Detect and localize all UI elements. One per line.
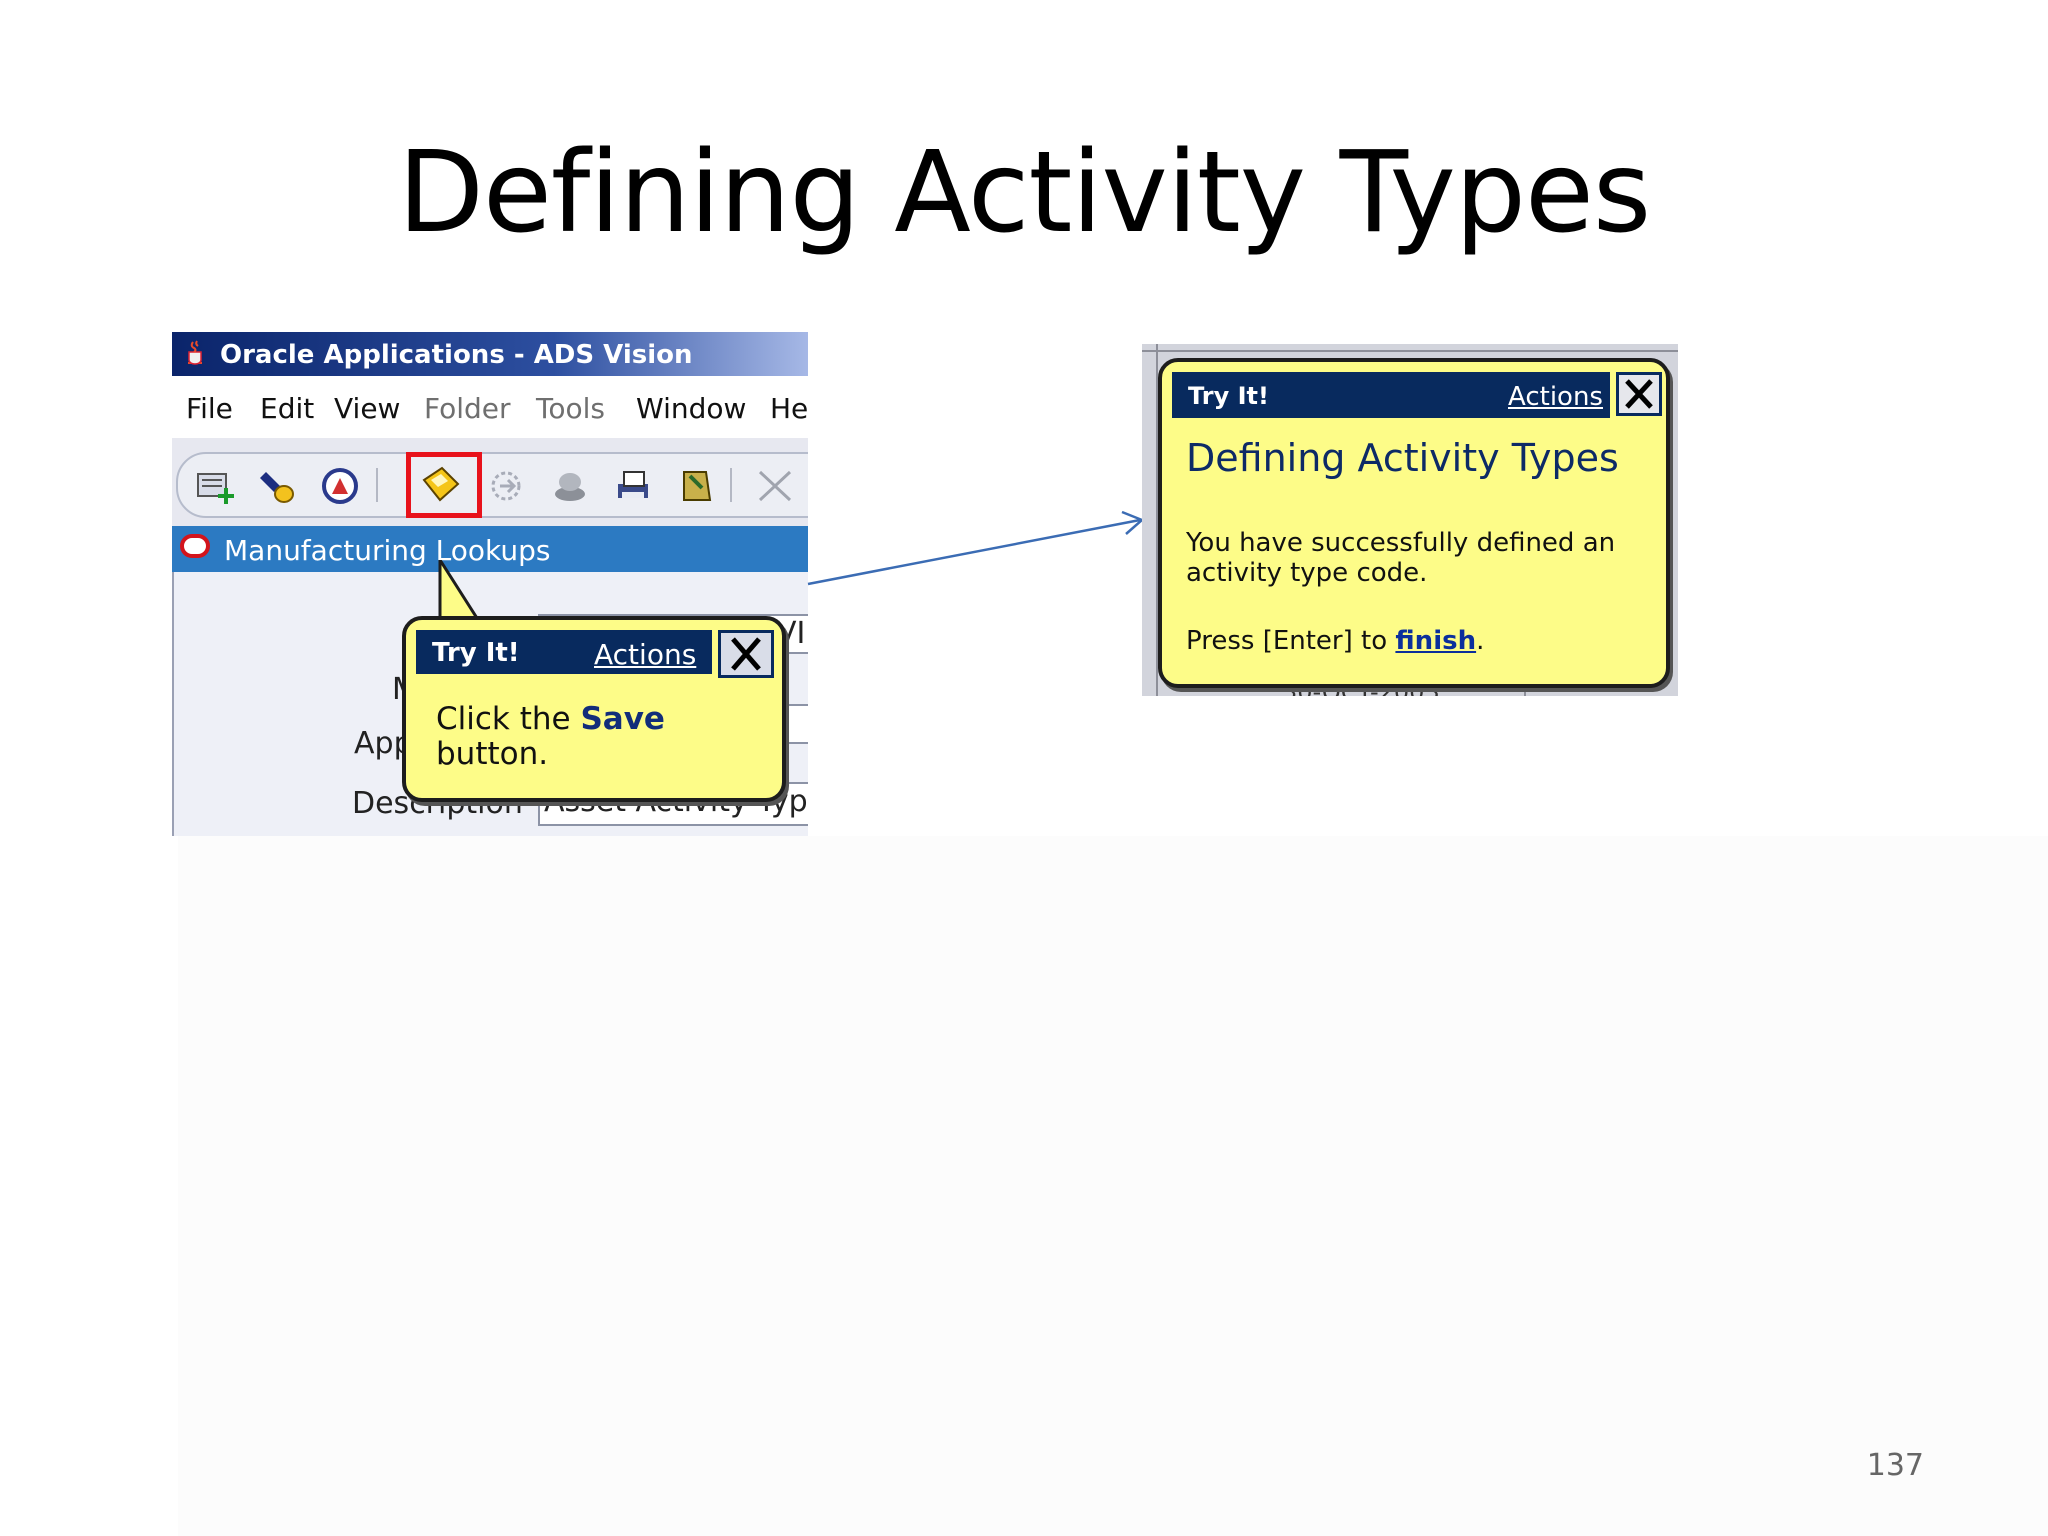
- balloon-body: You have successfully defined an activit…: [1186, 528, 1616, 588]
- menu-tools[interactable]: Tools: [536, 392, 605, 425]
- message-suffix: button.: [436, 736, 549, 772]
- menu-file[interactable]: File: [186, 392, 233, 425]
- balloon-message: Click the Save button.: [436, 702, 665, 772]
- try-it-label: Try It!: [432, 638, 520, 668]
- form-title: Manufacturing Lookups: [224, 534, 551, 567]
- menu-view[interactable]: View: [334, 392, 400, 425]
- save-button-highlight: [406, 452, 482, 518]
- try-it-label: Try It!: [1188, 382, 1269, 410]
- window-title: Oracle Applications - ADS Vision: [220, 340, 693, 370]
- background-grid: [1142, 350, 1678, 352]
- switch-responsibility-icon[interactable]: [548, 464, 592, 508]
- finish-link[interactable]: finish: [1395, 626, 1476, 656]
- message-prefix: Click the: [436, 701, 581, 737]
- balloon-close-button[interactable]: [718, 630, 774, 678]
- try-it-balloon-right: Try It! Actions Defining Activity Types …: [1158, 358, 1670, 688]
- toolbar-separator: [376, 468, 378, 502]
- actions-link[interactable]: Actions: [1508, 382, 1603, 412]
- toolbar: [176, 452, 808, 518]
- find-flashlight-icon[interactable]: [258, 464, 302, 508]
- actions-link[interactable]: Actions: [594, 638, 696, 671]
- form-header: Manufacturing Lookups: [172, 526, 808, 572]
- menu-bar: File Edit View Folder Tools Window He: [172, 376, 808, 438]
- oracle-logo-icon: [180, 534, 210, 558]
- page-number: 137: [1866, 1448, 1924, 1483]
- connector-arrow: [807, 510, 1145, 586]
- balloon-instruction: Press [Enter] to finish.: [1186, 626, 1484, 656]
- balloon-close-button[interactable]: [1616, 372, 1662, 416]
- close-icon: [1625, 379, 1653, 409]
- balloon-header: Try It! Actions: [1172, 372, 1610, 418]
- window-titlebar: Oracle Applications - ADS Vision: [172, 332, 808, 376]
- next-step-icon[interactable]: [484, 464, 528, 508]
- menu-edit[interactable]: Edit: [260, 392, 314, 425]
- application-field[interactable]: [786, 704, 808, 744]
- toolbar-separator: [730, 468, 732, 502]
- cut-icon[interactable]: [754, 464, 798, 508]
- new-record-icon[interactable]: [194, 464, 238, 508]
- slide-background-panel: [178, 836, 2048, 1536]
- press-suffix: .: [1476, 626, 1485, 656]
- menu-help[interactable]: He: [770, 392, 808, 425]
- balloon-headline: Defining Activity Types: [1186, 436, 1619, 480]
- print-icon[interactable]: [612, 464, 656, 508]
- press-prefix: Press [Enter] to: [1186, 626, 1396, 656]
- java-cup-icon: [188, 340, 202, 365]
- menu-folder[interactable]: Folder: [424, 392, 511, 425]
- balloon-header: Try It! Actions: [416, 630, 712, 674]
- close-form-icon[interactable]: [674, 464, 718, 508]
- try-it-balloon-left: Try It! Actions Click the Save button.: [402, 616, 786, 802]
- message-save-bold: Save: [580, 701, 665, 737]
- menu-window[interactable]: Window: [636, 392, 746, 425]
- slide-title: Defining Activity Types: [397, 128, 1652, 258]
- navigator-compass-icon[interactable]: [318, 464, 362, 508]
- close-icon: [731, 637, 761, 671]
